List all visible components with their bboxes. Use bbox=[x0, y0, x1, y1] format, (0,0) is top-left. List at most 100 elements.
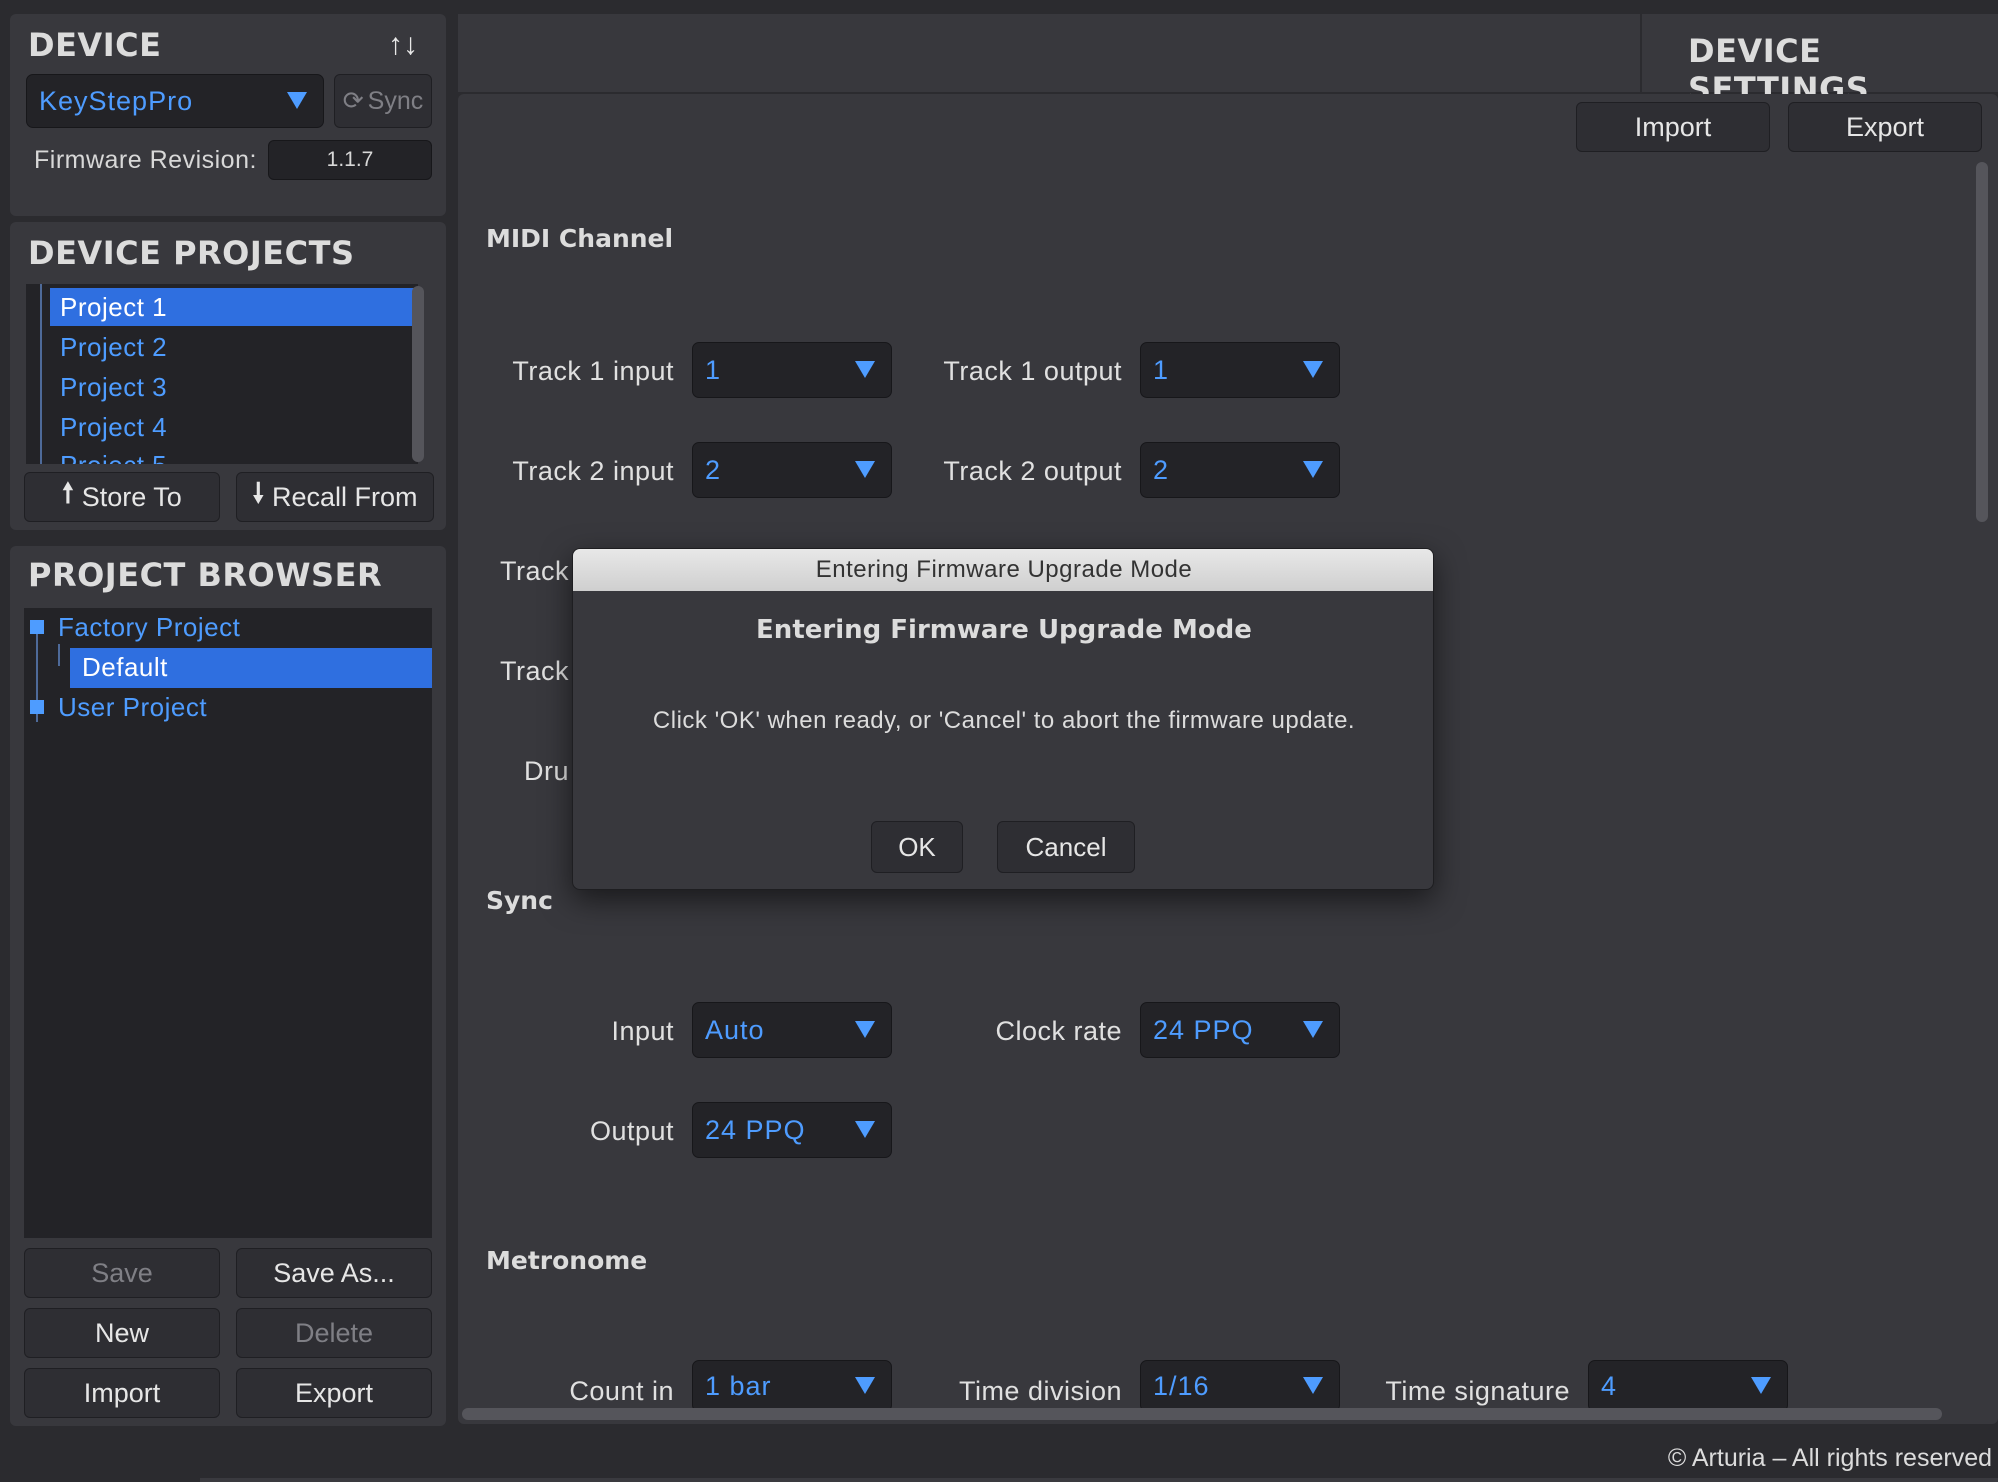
device-select-value: KeyStepPro bbox=[39, 85, 194, 116]
chevron-down-icon bbox=[1303, 1021, 1323, 1038]
list-item[interactable]: Project 2 bbox=[60, 332, 167, 363]
dialog-title-bar[interactable]: Entering Firmware Upgrade Mode bbox=[573, 549, 1433, 591]
track2-output-label: Track 2 output bbox=[943, 456, 1122, 486]
chevron-down-icon bbox=[1303, 461, 1323, 478]
midi-channel-title: MIDI Channel bbox=[486, 224, 674, 253]
horizontal-scrollbar[interactable] bbox=[462, 1408, 1942, 1420]
track1-output-label: Track 1 output bbox=[943, 356, 1122, 386]
time-signature-value: 4 bbox=[1601, 1370, 1618, 1401]
copyright-text: © Arturia – All rights reserved bbox=[1667, 1444, 1992, 1472]
dialog-message: Click 'OK' when ready, or 'Cancel' to ab… bbox=[652, 707, 1356, 734]
device-panel: DEVICE ↑↓ KeyStepPro ⟳ Sync Firmware Rev… bbox=[10, 14, 446, 216]
sync-input-select[interactable]: Auto bbox=[692, 1002, 892, 1058]
clock-rate-label: Clock rate bbox=[995, 1016, 1122, 1046]
cancel-button[interactable]: Cancel bbox=[997, 821, 1135, 873]
clock-rate-select[interactable]: 24 PPQ bbox=[1140, 1002, 1340, 1058]
time-division-select[interactable]: 1/16 bbox=[1140, 1360, 1340, 1412]
firmware-dialog: Entering Firmware Upgrade Mode Entering … bbox=[572, 548, 1434, 890]
track1-output-select[interactable]: 1 bbox=[1140, 342, 1340, 398]
dialog-window-title: Entering Firmware Upgrade Mode bbox=[815, 556, 1193, 583]
firmware-value: 1.1.7 bbox=[268, 140, 432, 180]
track4-label-partial: Track bbox=[500, 656, 569, 686]
firmware-label: Firmware Revision: bbox=[34, 146, 257, 174]
save-button[interactable]: Save bbox=[24, 1248, 220, 1298]
browser-import-button[interactable]: Import bbox=[24, 1368, 220, 1418]
time-division-label: Time division bbox=[958, 1376, 1122, 1406]
project-browser-title: PROJECT BROWSER bbox=[28, 556, 383, 594]
chevron-down-icon bbox=[855, 361, 875, 378]
device-projects-panel: DEVICE PROJECTS Project 1 Project 2 Proj… bbox=[10, 222, 446, 530]
count-in-select[interactable]: 1 bar bbox=[692, 1360, 892, 1412]
device-select[interactable]: KeyStepPro bbox=[26, 74, 324, 128]
sync-button[interactable]: ⟳ Sync bbox=[334, 74, 432, 128]
tree-item-default[interactable]: Default bbox=[82, 652, 168, 683]
settings-import-button[interactable]: Import bbox=[1576, 102, 1770, 152]
list-item[interactable]: Project 4 bbox=[60, 412, 167, 443]
project-browser-panel: PROJECT BROWSER Factory Project Default … bbox=[10, 546, 446, 1426]
save-as-button[interactable]: Save As... bbox=[236, 1248, 432, 1298]
sort-arrows-icon[interactable]: ↑↓ bbox=[388, 28, 418, 62]
chevron-down-icon bbox=[855, 1377, 875, 1394]
tree-item-factory-project[interactable]: Factory Project bbox=[58, 612, 240, 643]
chevron-down-icon bbox=[1303, 1377, 1323, 1394]
chevron-down-icon bbox=[855, 461, 875, 478]
collapse-icon[interactable] bbox=[30, 620, 44, 634]
ok-button[interactable]: OK bbox=[871, 821, 963, 873]
store-to-button[interactable]: 🠕 Store To bbox=[24, 472, 220, 522]
delete-button[interactable]: Delete bbox=[236, 1308, 432, 1358]
recall-from-label: Recall From bbox=[272, 481, 418, 512]
browser-export-button[interactable]: Export bbox=[236, 1368, 432, 1418]
arrow-down-icon: 🠗 bbox=[252, 478, 265, 508]
track2-output-select[interactable]: 2 bbox=[1140, 442, 1340, 498]
chevron-down-icon bbox=[287, 92, 307, 109]
chevron-down-icon bbox=[1751, 1377, 1771, 1394]
project-browser-tree[interactable]: Factory Project Default User Project bbox=[24, 608, 432, 1238]
count-in-label: Count in bbox=[569, 1376, 674, 1406]
device-projects-title: DEVICE PROJECTS bbox=[28, 234, 355, 272]
sync-output-select[interactable]: 24 PPQ bbox=[692, 1102, 892, 1158]
footer: © Arturia – All rights reserved bbox=[0, 1440, 1998, 1482]
new-button[interactable]: New bbox=[24, 1308, 220, 1358]
device-projects-list[interactable]: Project 1 Project 2 Project 3 Project 4 … bbox=[26, 284, 418, 464]
settings-export-button[interactable]: Export bbox=[1788, 102, 1982, 152]
track3-label-partial: Track bbox=[500, 556, 569, 586]
chevron-down-icon bbox=[855, 1021, 875, 1038]
chevron-down-icon bbox=[855, 1121, 875, 1138]
arrow-up-icon: 🠕 bbox=[62, 478, 74, 508]
collapse-icon[interactable] bbox=[30, 700, 44, 714]
tree-line bbox=[40, 284, 42, 464]
clock-rate-value: 24 PPQ bbox=[1153, 1014, 1254, 1045]
track2-output-value: 2 bbox=[1153, 454, 1170, 485]
list-item[interactable]: Project 5 bbox=[60, 450, 167, 464]
sync-label: Sync bbox=[367, 86, 424, 115]
sync-output-label: Output bbox=[589, 1116, 674, 1146]
metronome-title: Metronome bbox=[486, 1246, 648, 1275]
time-division-value: 1/16 bbox=[1153, 1370, 1210, 1401]
sync-input-label: Input bbox=[611, 1016, 674, 1046]
sync-output-value: 24 PPQ bbox=[705, 1114, 806, 1145]
track1-input-value: 1 bbox=[705, 354, 722, 385]
list-item[interactable]: Project 3 bbox=[60, 372, 167, 403]
tree-line bbox=[58, 644, 60, 666]
track1-input-label: Track 1 input bbox=[512, 356, 674, 386]
track1-output-value: 1 bbox=[1153, 354, 1170, 385]
vertical-scrollbar[interactable] bbox=[1976, 162, 1988, 522]
tree-item-user-project[interactable]: User Project bbox=[58, 692, 207, 723]
store-to-label: Store To bbox=[81, 481, 182, 512]
track1-input-select[interactable]: 1 bbox=[692, 342, 892, 398]
track2-input-select[interactable]: 2 bbox=[692, 442, 892, 498]
chevron-down-icon bbox=[1303, 361, 1323, 378]
projects-scrollbar[interactable] bbox=[412, 286, 424, 462]
time-signature-label: Time signature bbox=[1385, 1376, 1570, 1406]
sync-title: Sync bbox=[486, 886, 553, 915]
dialog-heading: Entering Firmware Upgrade Mode bbox=[756, 615, 1252, 645]
recall-from-button[interactable]: 🠗 Recall From bbox=[236, 472, 434, 522]
time-signature-select[interactable]: 4 bbox=[1588, 1360, 1788, 1412]
list-item[interactable]: Project 1 bbox=[60, 292, 167, 323]
drum-label-partial: Dru bbox=[524, 756, 570, 786]
refresh-icon: ⟳ bbox=[342, 87, 364, 115]
track2-input-value: 2 bbox=[705, 454, 722, 485]
footer-strip bbox=[200, 1478, 1998, 1482]
sync-input-value: Auto bbox=[705, 1014, 765, 1045]
device-settings-tab[interactable]: DEVICE SETTINGS bbox=[1640, 14, 1998, 108]
